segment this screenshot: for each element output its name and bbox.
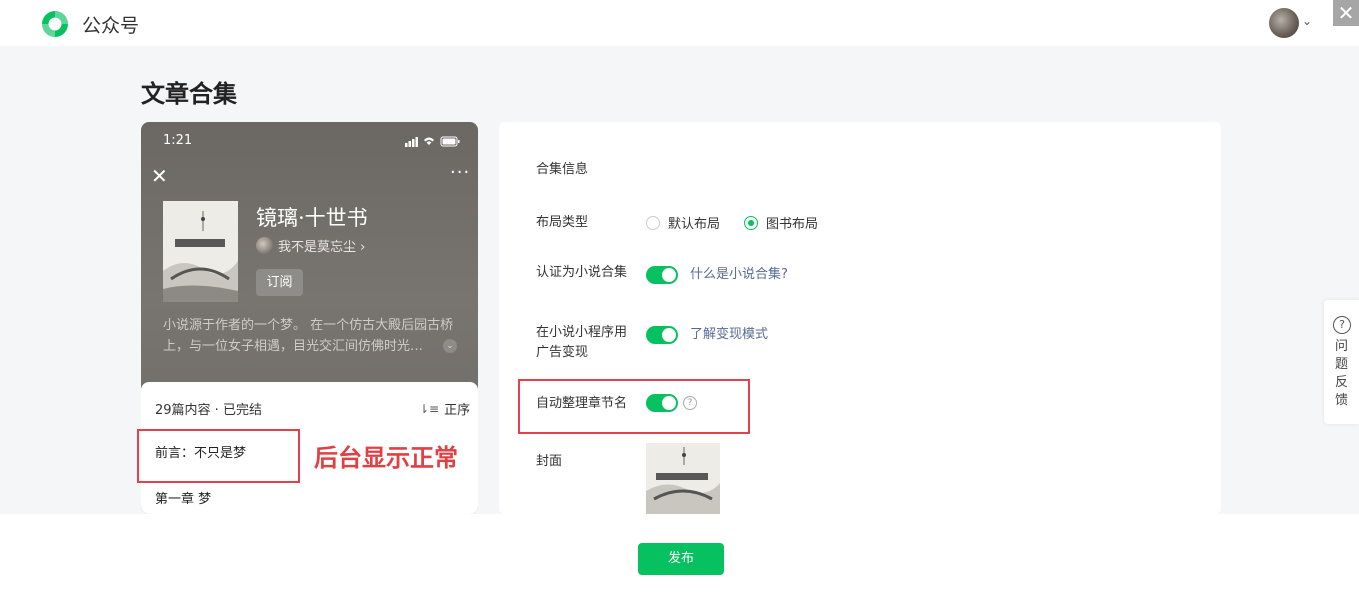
radio-circle-selected [744, 215, 758, 230]
book-cover-image [163, 201, 238, 302]
close-icon[interactable]: ✕ [151, 164, 168, 188]
author-name: 我不是莫忘尘 › [278, 239, 366, 255]
novel-collection-toggle[interactable] [646, 266, 678, 284]
sort-button[interactable]: ⇂≡ 正序 [419, 399, 471, 419]
book-title: 镜璃·十世书 [256, 206, 368, 230]
radio-label: 默认布局 [668, 217, 721, 232]
collection-description: 小说源于作者的一个梦。 在一个仿古大殿后园古桥上，与一位女子相遇，目光交汇间仿佛… [163, 318, 454, 354]
author-link[interactable]: 我不是莫忘尘 › [256, 236, 366, 255]
monetize-mode-link[interactable]: 了解变现模式 [690, 323, 768, 342]
feedback-tab[interactable]: ? 问题反馈 [1324, 300, 1359, 424]
subscribe-button[interactable]: 订阅 [256, 269, 303, 296]
layout-book-radio[interactable]: 图书布局 [744, 213, 818, 232]
sort-label: 正序 [444, 403, 471, 418]
radio-label: 图书布局 [766, 217, 819, 232]
annotation-box-auto-chapter [518, 379, 750, 434]
feedback-label: 问题反馈 [1335, 339, 1349, 408]
annotation-text: 后台显示正常 [314, 444, 458, 472]
chapter-item[interactable]: 第一章 梦 [155, 488, 211, 507]
status-icons [405, 136, 460, 147]
sort-icon: ⇂≡ [419, 401, 440, 416]
what-is-novel-link[interactable]: 什么是小说合集? [690, 263, 788, 282]
cover-label: 封面 [536, 454, 563, 469]
annotation-box-chapter [137, 429, 300, 483]
ad-monetize-label: 在小说小程序用广告变现 [536, 325, 628, 360]
publish-button[interactable]: 发布 [638, 543, 724, 575]
window-close-button[interactable]: ✕ [1333, 0, 1359, 26]
more-icon[interactable]: ··· [450, 162, 470, 183]
settings-panel: 合集信息 布局类型 默认布局 图书布局 认证为小说合集 什么是小说合集? 在小说… [499, 122, 1221, 514]
author-avatar [256, 236, 273, 254]
bottom-bar: 发布 [0, 514, 1359, 600]
logo-icon [42, 11, 68, 37]
expand-chevron-icon[interactable]: ⌄ [443, 339, 457, 353]
question-icon: ? [1333, 316, 1351, 334]
chevron-down-icon[interactable]: ⌄ [1302, 14, 1312, 28]
status-time: 1:21 [163, 133, 193, 148]
page-title: 文章合集 [141, 80, 237, 108]
layout-type-label: 布局类型 [536, 215, 589, 230]
top-bar: 公众号 ⌄ ✕ [0, 0, 1359, 46]
layout-default-radio[interactable]: 默认布局 [646, 213, 720, 232]
cover-thumbnail[interactable] [646, 443, 720, 514]
collection-meta: 29篇内容 · 已完结 [155, 403, 262, 418]
radio-circle [646, 215, 660, 230]
user-avatar[interactable] [1269, 8, 1299, 38]
brand-name: 公众号 [82, 15, 140, 37]
ad-monetize-toggle[interactable] [646, 326, 678, 344]
section-title: 合集信息 [536, 162, 589, 177]
novel-collection-label: 认证为小说合集 [536, 265, 628, 280]
